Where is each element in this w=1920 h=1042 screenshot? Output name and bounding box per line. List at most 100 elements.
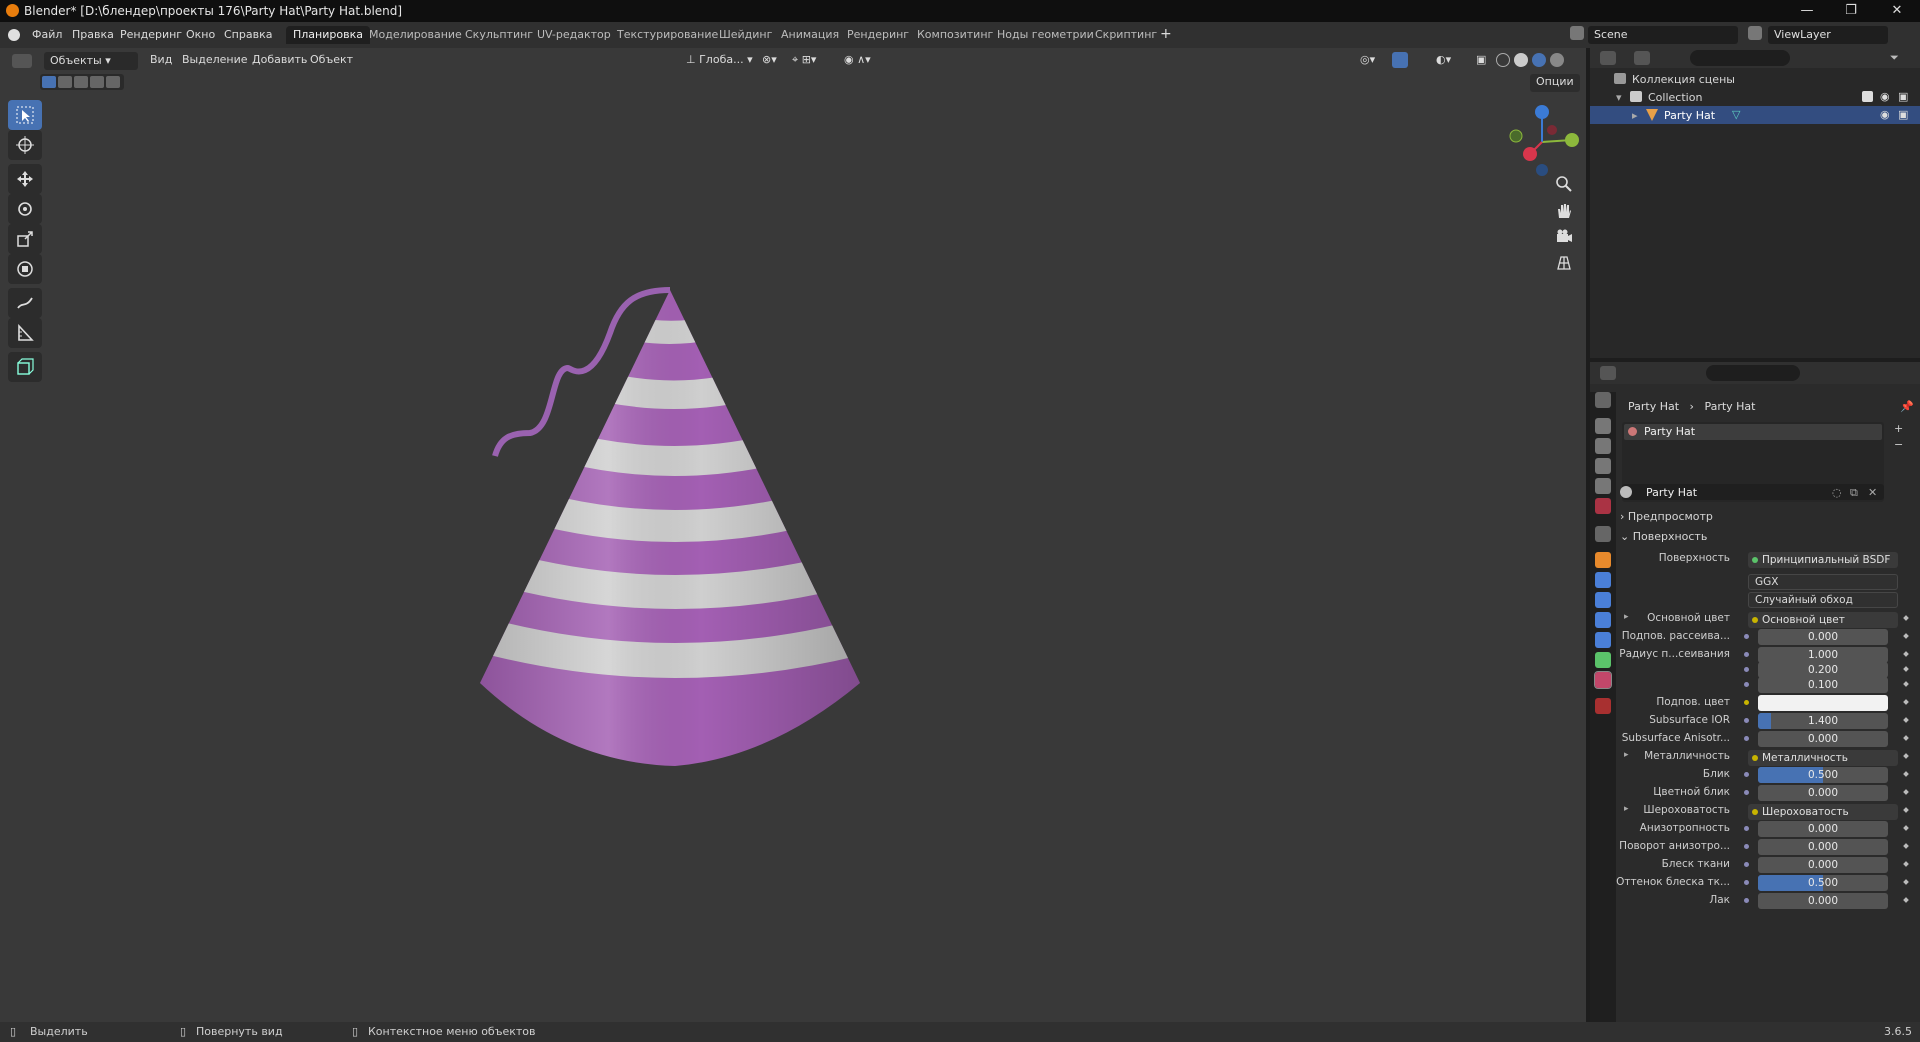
tool-tab-icon[interactable]: [1595, 392, 1611, 408]
keyframe-icon[interactable]: [1903, 681, 1909, 687]
menu-file[interactable]: Файл: [32, 28, 62, 41]
bsdf-value-field[interactable]: 0.000: [1758, 893, 1888, 909]
socket-icon[interactable]: [1744, 667, 1749, 672]
unlink-icon[interactable]: ✕: [1868, 486, 1877, 499]
color-swatch[interactable]: [1758, 695, 1888, 711]
world-tab-icon[interactable]: [1595, 498, 1611, 514]
remove-slot-button[interactable]: −: [1894, 438, 1903, 451]
transform-tool[interactable]: [8, 254, 42, 284]
socket-icon[interactable]: [1744, 652, 1749, 657]
tab-compositing[interactable]: Композитинг: [910, 26, 1000, 44]
pan-hand-icon[interactable]: [1553, 200, 1575, 222]
bsdf-value-field[interactable]: 0.100: [1758, 677, 1888, 693]
keyframe-icon[interactable]: [1903, 771, 1909, 777]
distribution-dropdown[interactable]: GGX: [1748, 574, 1898, 590]
material-shading-icon[interactable]: [1532, 53, 1546, 67]
camera-icon[interactable]: ▣: [1898, 108, 1908, 121]
keyframe-icon[interactable]: [1903, 717, 1909, 723]
view-layer-icon[interactable]: [1748, 26, 1762, 40]
bsdf-value-field[interactable]: 0.000: [1758, 629, 1888, 645]
expand-arrow-icon[interactable]: ▾: [1616, 91, 1622, 104]
bsdf-value-field[interactable]: 0.000: [1758, 839, 1888, 855]
bsdf-value-field[interactable]: 1.400: [1758, 713, 1888, 729]
object-tab-icon[interactable]: [1595, 552, 1611, 568]
output-tab-icon[interactable]: [1595, 438, 1611, 454]
constraints-tab-icon[interactable]: [1595, 632, 1611, 648]
mode-selector[interactable]: Объекты ▾: [44, 52, 138, 70]
render-tab-icon[interactable]: [1595, 418, 1611, 434]
zoom-icon[interactable]: [1553, 173, 1575, 195]
expand-arrow-icon[interactable]: ▸: [1632, 109, 1638, 122]
outliner-editor-icon[interactable]: [1600, 51, 1616, 65]
menu-select[interactable]: Выделение: [182, 53, 248, 71]
surface-shader-field[interactable]: Принципиальный BSDF: [1748, 552, 1898, 568]
xray-icon[interactable]: ▣: [1476, 53, 1486, 71]
bsdf-value-field[interactable]: 0.500: [1758, 767, 1888, 783]
keyframe-icon[interactable]: [1903, 843, 1909, 849]
outliner-search-input[interactable]: [1690, 50, 1790, 66]
view-layer-tab-icon[interactable]: [1595, 458, 1611, 474]
bsdf-value-field[interactable]: 0.000: [1758, 857, 1888, 873]
socket-icon[interactable]: [1744, 898, 1749, 903]
checkbox-icon[interactable]: [1862, 91, 1873, 102]
visibility-icon[interactable]: ◎▾: [1360, 53, 1375, 71]
socket-icon[interactable]: [1744, 862, 1749, 867]
socket-icon[interactable]: [1744, 634, 1749, 639]
editor-type-icon[interactable]: [12, 54, 32, 68]
transform-orientation[interactable]: ⊥ Глоба... ▾: [686, 53, 753, 71]
expand-arrow-icon[interactable]: ▸: [1624, 612, 1629, 622]
eye-icon[interactable]: ◉: [1880, 108, 1890, 121]
expand-arrow-icon[interactable]: ▸: [1624, 750, 1629, 760]
keyframe-icon[interactable]: [1903, 651, 1909, 657]
keyframe-icon[interactable]: [1903, 753, 1909, 759]
tab-animation[interactable]: Анимация: [774, 26, 846, 44]
tab-rendering[interactable]: Рендеринг: [840, 26, 916, 44]
camera-icon[interactable]: ▣: [1898, 90, 1908, 103]
options-button[interactable]: Опции: [1530, 74, 1580, 92]
snap-icon[interactable]: ⌖ ⊞▾: [792, 53, 816, 71]
texture-tab-icon[interactable]: [1595, 698, 1611, 714]
menu-edit[interactable]: Правка: [72, 28, 114, 41]
physics-tab-icon[interactable]: [1595, 612, 1611, 628]
menu-object[interactable]: Объект: [310, 53, 353, 71]
select-invert-icon[interactable]: [90, 76, 104, 88]
keyframe-icon[interactable]: [1903, 825, 1909, 831]
bsdf-value-field[interactable]: 0.000: [1758, 731, 1888, 747]
select-box-tool[interactable]: [8, 100, 42, 130]
solid-shading-icon[interactable]: [1514, 53, 1528, 67]
scene-field[interactable]: Scene: [1588, 26, 1738, 44]
menu-view[interactable]: Вид: [150, 53, 172, 71]
menu-render[interactable]: Рендеринг: [120, 28, 182, 41]
wireframe-shading-icon[interactable]: [1496, 53, 1510, 67]
party-hat-object[interactable]: [470, 218, 890, 778]
camera-view-icon[interactable]: [1553, 226, 1575, 248]
scene-selector-icon[interactable]: [1570, 26, 1584, 40]
proportional-edit-icon[interactable]: ◉ ∧▾: [844, 53, 871, 71]
add-slot-button[interactable]: +: [1894, 422, 1903, 435]
socket-icon[interactable]: [1744, 718, 1749, 723]
breadcrumb-material[interactable]: Party Hat: [1704, 400, 1755, 413]
perspective-grid-icon[interactable]: [1553, 252, 1575, 274]
modifier-tab-icon[interactable]: [1595, 572, 1611, 588]
outliner-row-collection[interactable]: ▾ Collection ◉ ▣: [1590, 88, 1920, 106]
select-extend-icon[interactable]: [58, 76, 72, 88]
keyframe-icon[interactable]: [1903, 735, 1909, 741]
keyframe-icon[interactable]: [1903, 879, 1909, 885]
properties-search-input[interactable]: [1706, 365, 1800, 381]
scene-tab-icon[interactable]: [1595, 478, 1611, 494]
tab-uv-editing[interactable]: UV-редактор: [530, 26, 618, 44]
pivot-icon[interactable]: ⊗▾: [762, 53, 777, 71]
tab-geometry-nodes[interactable]: Ноды геометрии: [990, 26, 1101, 44]
mesh-data-icon[interactable]: ▽: [1732, 108, 1740, 121]
keyframe-icon[interactable]: [1903, 897, 1909, 903]
properties-editor-icon[interactable]: [1600, 366, 1616, 380]
bsdf-value-field[interactable]: 0.500: [1758, 875, 1888, 891]
navigation-gizmo[interactable]: [1500, 100, 1580, 180]
rotate-tool[interactable]: [8, 194, 42, 224]
preview-section[interactable]: › Предпросмотр: [1620, 510, 1713, 523]
socket-icon[interactable]: [1744, 772, 1749, 777]
breadcrumb-object[interactable]: Party Hat: [1628, 400, 1679, 413]
menu-help[interactable]: Справка: [224, 28, 272, 41]
display-mode-icon[interactable]: [1634, 51, 1650, 65]
socket-icon[interactable]: [1744, 700, 1749, 705]
